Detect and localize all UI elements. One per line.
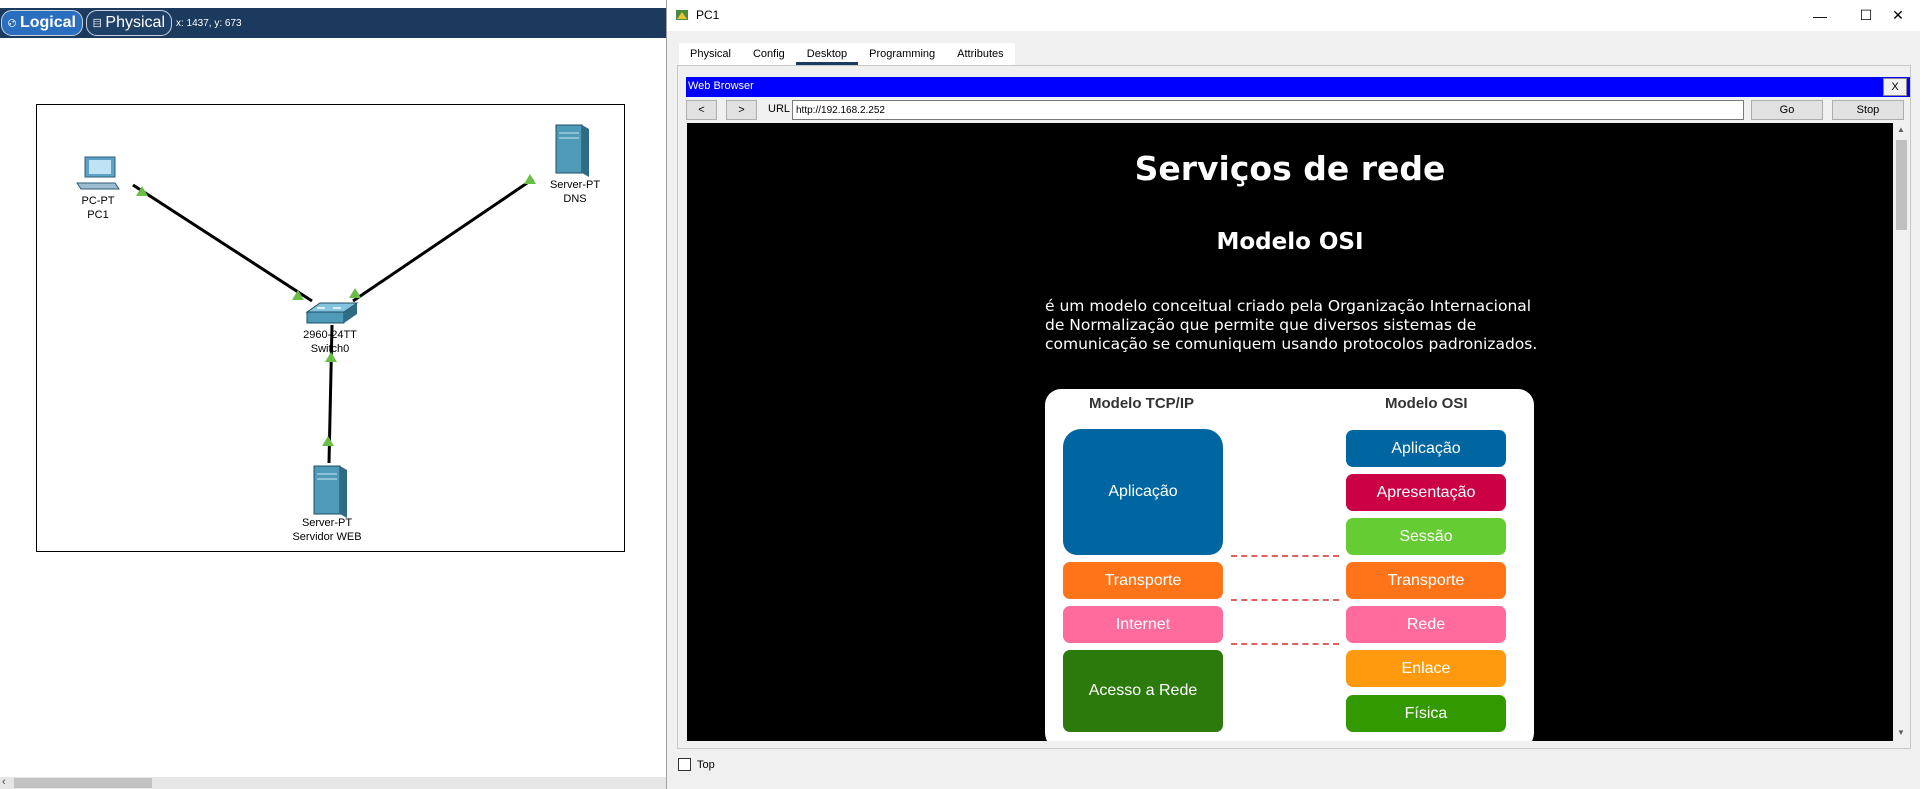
scrollbar-thumb[interactable] (14, 778, 152, 788)
link-light (524, 174, 536, 184)
forward-button[interactable]: > (726, 100, 757, 120)
link-pc1-switch (132, 183, 313, 303)
web-browser-titlebar: Web Browser X (686, 77, 1910, 97)
scroll-down-icon[interactable]: ▼ (1897, 728, 1905, 737)
tcp-layer-internet: Internet (1063, 606, 1223, 643)
stop-button[interactable]: Stop (1832, 100, 1904, 120)
page-heading: Serviços de rede (1134, 149, 1446, 188)
device-type: Server-PT (301, 517, 353, 529)
physical-view-label: Physical (105, 14, 165, 31)
window-title: PC1 (696, 8, 720, 22)
browser-vertical-scrollbar[interactable]: ▲ ▼ (1893, 123, 1910, 741)
workspace-horizontal-scrollbar[interactable]: ‹ (0, 776, 667, 789)
minimize-icon[interactable]: — (1797, 0, 1843, 31)
tab-programming[interactable]: Programming (858, 43, 946, 65)
layer-divider (1231, 599, 1339, 601)
workspace-toolbar: Logical Physical x: 1437, y: 673 (0, 8, 667, 38)
osi-layer-session: Sessão (1346, 518, 1506, 555)
browser-viewport[interactable]: Serviços de rede Modelo OSI é um modelo … (687, 123, 1893, 741)
tab-attributes[interactable]: Attributes (946, 43, 1014, 65)
device-name: Servidor WEB (292, 531, 362, 543)
osi-layer-physical: Física (1346, 695, 1506, 732)
window-titlebar[interactable]: PC1 — ☐ ✕ (667, 0, 1920, 31)
device-type: Server-PT (549, 179, 601, 191)
tcp-layer-network-access: Acesso a Rede (1063, 650, 1223, 732)
layer-divider (1231, 643, 1339, 645)
physical-rack-icon (93, 18, 101, 28)
web-browser-title: Web Browser (688, 80, 754, 92)
top-checkbox-row[interactable]: Top (678, 758, 715, 771)
scrollbar-thumb[interactable] (1896, 140, 1907, 230)
close-icon[interactable]: ✕ (1875, 0, 1920, 31)
osi-layer-application: Aplicação (1346, 430, 1506, 467)
osi-layer-network: Rede (1346, 606, 1506, 643)
go-button[interactable]: Go (1751, 100, 1823, 120)
browser-close-button[interactable]: X (1883, 78, 1907, 96)
device-type: PC-PT (81, 195, 115, 207)
browser-navbar: < > URL Go Stop (686, 99, 1910, 121)
device-name: PC1 (87, 209, 109, 221)
osi-layer-presentation: Apresentação (1346, 474, 1506, 511)
dns-server-icon (555, 124, 589, 177)
layer-divider (1231, 555, 1339, 557)
cursor-coordinates: x: 1437, y: 673 (176, 18, 242, 29)
physical-view-button[interactable]: Physical (86, 10, 172, 36)
tcp-layer-transport: Transporte (1063, 562, 1223, 599)
device-tabs: Physical Config Desktop Programming Attr… (679, 43, 1015, 65)
web-server-label[interactable]: Server-PT Servidor WEB (282, 516, 372, 544)
logical-workspace[interactable]: Logical Physical x: 1437, y: 673 PC-PT P… (0, 0, 667, 789)
switch0-label[interactable]: 2960-24TT Switch0 (293, 328, 367, 356)
scroll-up-icon[interactable]: ▲ (1897, 125, 1905, 134)
switch-icon (305, 302, 359, 324)
top-checkbox[interactable] (678, 758, 691, 771)
osi-model-title: Modelo OSI (1385, 395, 1468, 412)
tcp-layer-application: Aplicação (1063, 429, 1223, 555)
top-checkbox-label: Top (697, 758, 715, 771)
logical-view-label: Logical (19, 14, 76, 31)
pc-icon (76, 156, 120, 190)
device-name: DNS (563, 193, 587, 205)
tcpip-model-title: Modelo TCP/IP (1089, 395, 1194, 412)
tab-config[interactable]: Config (742, 43, 796, 65)
url-input[interactable] (792, 100, 1744, 120)
osi-subheading: Modelo OSI (1216, 229, 1364, 255)
link-light (322, 436, 334, 446)
link-light (349, 288, 361, 298)
topology-area[interactable]: PC-PT PC1 Server-PT DNS 2960-24TT Switch… (36, 104, 625, 552)
osi-layer-transport: Transporte (1346, 562, 1506, 599)
osi-tcpip-diagram: Modelo TCP/IP Modelo OSI Aplicação Trans… (1045, 389, 1534, 741)
tab-desktop[interactable]: Desktop (795, 43, 859, 65)
device-type: 2960-24TT (303, 329, 357, 341)
osi-layer-data-link: Enlace (1346, 650, 1506, 687)
packet-tracer-icon (676, 10, 688, 20)
logical-view-button[interactable]: Logical (1, 10, 83, 36)
link-dns-switch (352, 177, 534, 303)
osi-description: é um modelo conceitual criado pela Organ… (1045, 297, 1538, 353)
url-label: URL (768, 103, 791, 115)
back-button[interactable]: < (686, 100, 717, 120)
pc1-label[interactable]: PC-PT PC1 (68, 194, 128, 222)
pc1-window: PC1 — ☐ ✕ Physical Config Desktop Progra… (666, 0, 1920, 789)
tab-physical[interactable]: Physical (679, 43, 742, 65)
logical-network-icon (8, 19, 16, 27)
web-server-icon (313, 465, 347, 518)
scroll-left-icon[interactable]: ‹ (2, 776, 6, 788)
device-name: Switch0 (310, 343, 350, 355)
dns-label[interactable]: Server-PT DNS (545, 178, 605, 206)
